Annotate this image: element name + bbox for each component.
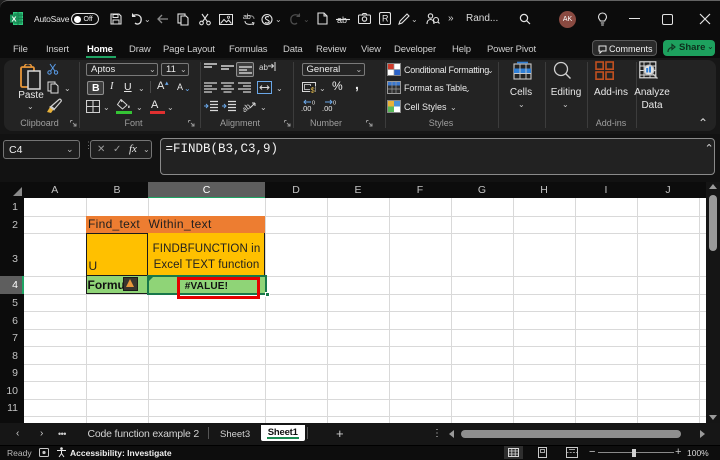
svg-text:R: R — [382, 14, 389, 24]
svg-text:ab: ab — [243, 14, 251, 21]
svg-text:.00: .00 — [301, 104, 311, 112]
svg-text:.00: .00 — [322, 104, 332, 112]
svg-text:X: X — [11, 14, 16, 23]
svg-text:0: 0 — [333, 101, 336, 107]
svg-text:ab: ab — [259, 63, 268, 72]
svg-text:0: 0 — [312, 101, 315, 107]
